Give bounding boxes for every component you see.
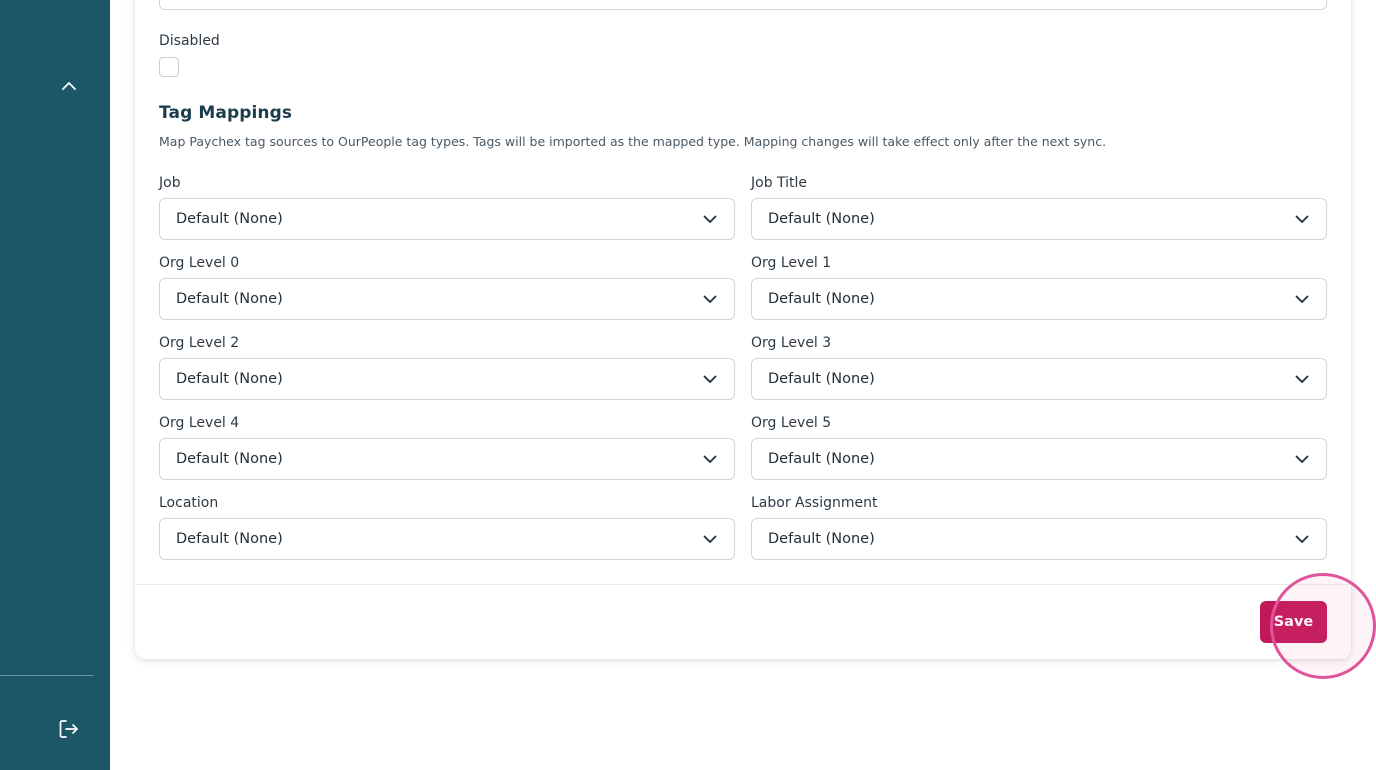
section-description: Map Paychex tag sources to OurPeople tag…	[159, 134, 1107, 149]
sidebar	[0, 0, 110, 770]
select-value: Default (None)	[768, 371, 875, 387]
chevron-up-icon	[62, 82, 76, 90]
section-title: Tag Mappings	[159, 103, 293, 123]
sidebar-collapse-button[interactable]	[56, 73, 82, 99]
field-label-org-level-2: Org Level 2	[159, 335, 240, 351]
field-label-org-level-0: Org Level 0	[159, 255, 240, 271]
chevron-down-icon	[1294, 211, 1310, 227]
chevron-down-icon	[702, 371, 718, 387]
select-org-level-0[interactable]: Default (None)	[159, 278, 735, 320]
settings-card: Disabled Tag Mappings Map Paychex tag so…	[135, 0, 1351, 659]
select-value: Default (None)	[768, 291, 875, 307]
select-value: Default (None)	[176, 531, 283, 547]
logout-button[interactable]	[56, 716, 82, 742]
select-job[interactable]: Default (None)	[159, 198, 735, 240]
field-label-org-level-5: Org Level 5	[751, 415, 832, 431]
select-org-level-3[interactable]: Default (None)	[751, 358, 1327, 400]
select-org-level-5[interactable]: Default (None)	[751, 438, 1327, 480]
logout-icon	[59, 720, 78, 738]
select-value: Default (None)	[176, 451, 283, 467]
select-value: Default (None)	[768, 211, 875, 227]
field-label-org-level-4: Org Level 4	[159, 415, 240, 431]
field-label-org-level-3: Org Level 3	[751, 335, 832, 351]
select-job-title[interactable]: Default (None)	[751, 198, 1327, 240]
field-label-org-level-1: Org Level 1	[751, 255, 832, 271]
disabled-checkbox[interactable]	[159, 57, 179, 77]
select-value: Default (None)	[768, 531, 875, 547]
field-label-location: Location	[159, 495, 219, 511]
chevron-down-icon	[702, 291, 718, 307]
chevron-down-icon	[1294, 291, 1310, 307]
select-location[interactable]: Default (None)	[159, 518, 735, 560]
chevron-down-icon	[1294, 451, 1310, 467]
field-label-labor-assignment: Labor Assignment	[751, 495, 878, 511]
chevron-down-icon	[702, 531, 718, 547]
select-org-level-2[interactable]: Default (None)	[159, 358, 735, 400]
footer-divider	[135, 584, 1351, 585]
select-value: Default (None)	[176, 291, 283, 307]
sidebar-divider	[0, 675, 94, 676]
select-value: Default (None)	[176, 211, 283, 227]
chevron-down-icon	[1294, 371, 1310, 387]
save-button[interactable]: Save	[1260, 601, 1327, 643]
chevron-down-icon	[1294, 531, 1310, 547]
chevron-down-icon	[702, 451, 718, 467]
select-value: Default (None)	[176, 371, 283, 387]
select-value: Default (None)	[768, 451, 875, 467]
select-labor-assignment[interactable]: Default (None)	[751, 518, 1327, 560]
field-label-job: Job	[159, 175, 181, 191]
select-org-level-4[interactable]: Default (None)	[159, 438, 735, 480]
select-org-level-1[interactable]: Default (None)	[751, 278, 1327, 320]
field-label-job-title: Job Title	[751, 175, 808, 191]
disabled-label: Disabled	[159, 33, 220, 49]
previous-field-input[interactable]	[159, 0, 1327, 10]
chevron-down-icon	[702, 211, 718, 227]
